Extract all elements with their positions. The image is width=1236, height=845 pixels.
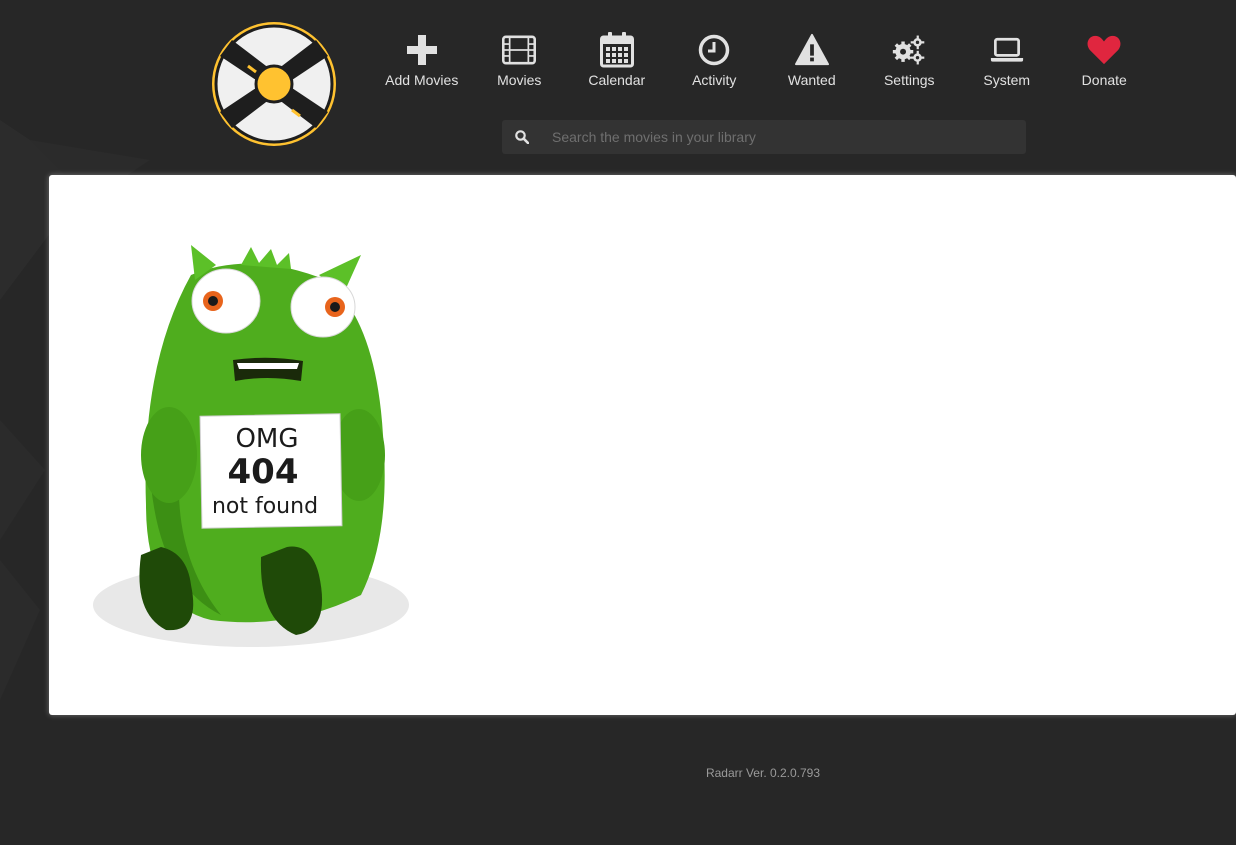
- nav-label: Activity: [692, 72, 737, 88]
- radarr-logo[interactable]: [210, 20, 338, 148]
- clock-icon: [697, 33, 731, 67]
- laptop-icon: [990, 33, 1024, 67]
- search-bar: [502, 120, 1026, 154]
- nav-settings[interactable]: Settings: [861, 33, 959, 88]
- gears-icon: [892, 33, 926, 67]
- nav-label: Calendar: [588, 72, 646, 88]
- nav-label: Settings: [883, 72, 935, 88]
- 404-monster-illustration: OMG 404 not found: [93, 245, 409, 647]
- nav-movies[interactable]: Movies: [471, 33, 569, 88]
- nav-add-movies[interactable]: Add Movies: [373, 33, 471, 88]
- nav-system[interactable]: System: [958, 33, 1056, 88]
- search-icon: [502, 130, 542, 144]
- version-text: Radarr Ver. 0.2.0.793: [705, 766, 821, 780]
- nav-wanted[interactable]: Wanted: [763, 33, 861, 88]
- footer: Radarr Ver. 0.2.0.793: [0, 766, 1236, 780]
- warning-icon: [794, 33, 829, 67]
- nav-label: Add Movies: [385, 72, 459, 88]
- heart-icon: [1087, 33, 1121, 67]
- nav-label: Donate: [1081, 72, 1127, 88]
- nav-calendar[interactable]: Calendar: [568, 32, 666, 88]
- sign-line-404: 404: [228, 452, 299, 492]
- sign-line-not-found: not found: [212, 494, 318, 519]
- search-input[interactable]: [542, 120, 1026, 154]
- nav-label: System: [983, 72, 1031, 88]
- sign-line-omg: OMG: [235, 424, 298, 454]
- nav-label: Movies: [497, 72, 542, 88]
- film-icon: [502, 33, 537, 67]
- nav-donate[interactable]: Donate: [1056, 33, 1154, 88]
- plus-icon: [405, 33, 439, 67]
- main-nav: Add Movies Movies Calendar Activity Want…: [373, 32, 1154, 88]
- main-content: OMG 404 not found: [49, 175, 1236, 715]
- nav-activity[interactable]: Activity: [666, 33, 764, 88]
- calendar-icon: [599, 32, 634, 68]
- nav-label: Wanted: [787, 72, 836, 88]
